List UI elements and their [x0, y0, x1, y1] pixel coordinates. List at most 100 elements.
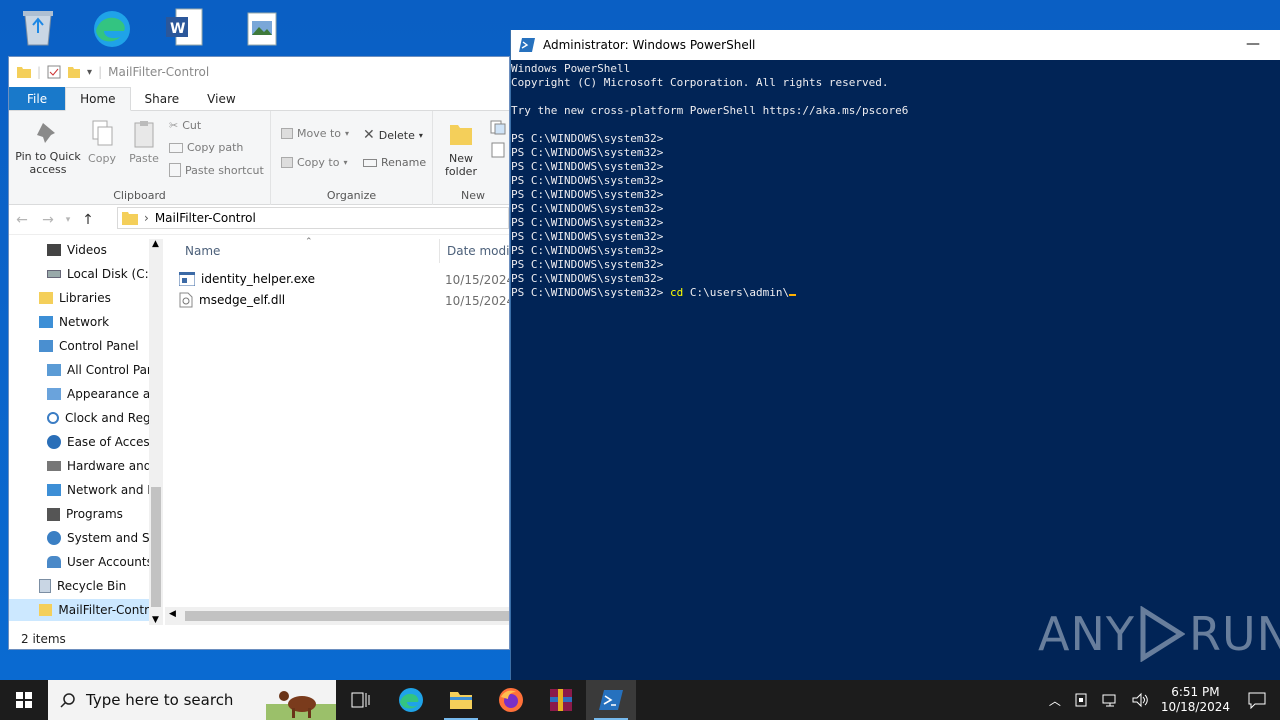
window-title: MailFilter-Control — [108, 65, 210, 79]
nav-item-network[interactable]: Network — [39, 311, 109, 333]
volume-icon[interactable] — [1131, 692, 1149, 708]
address-folder[interactable]: MailFilter-Control — [155, 211, 256, 225]
copy-to-button[interactable]: Copy to ▾ — [281, 156, 347, 169]
console-prompt-line: PS C:\WINDOWS\system32> — [511, 174, 664, 187]
minimize-icon[interactable]: — — [1246, 36, 1260, 52]
nav-item-videos[interactable]: Videos — [47, 239, 107, 261]
move-to-button[interactable]: Move to ▾ — [281, 127, 349, 140]
scrollbar-thumb[interactable] — [185, 611, 509, 621]
taskbar-firefox[interactable] — [486, 680, 536, 720]
cut-button[interactable]: ✂ Cut — [169, 119, 201, 132]
notifications-icon[interactable] — [1248, 691, 1266, 709]
word-document-desktop-icon[interactable]: W — [160, 6, 208, 48]
show-hidden-icons-chevron-up-icon[interactable]: ︿ — [1049, 692, 1061, 709]
new-folder-quick-icon[interactable] — [67, 65, 81, 79]
paste-shortcut-button[interactable]: Paste shortcut — [169, 163, 264, 177]
videos-icon — [47, 244, 61, 256]
taskbar-clock[interactable]: 6:51 PM 10/18/2024 — [1161, 685, 1230, 715]
taskbar-file-explorer[interactable] — [436, 680, 486, 720]
file-date: 10/15/2024 — [445, 294, 510, 308]
navigation-scrollbar[interactable]: ▲ ▼ — [149, 239, 163, 625]
image-file-desktop-icon[interactable] — [238, 6, 286, 48]
taskbar-edge[interactable] — [386, 680, 436, 720]
properties-icon[interactable] — [47, 65, 61, 79]
tab-view[interactable]: View — [193, 87, 249, 110]
nav-label: Network — [59, 315, 110, 329]
nav-item-mailfilter-control[interactable]: MailFilter-Contr — [9, 599, 149, 621]
customize-quick-access-icon[interactable]: ▾ — [87, 67, 92, 78]
paste-shortcut-icon — [169, 163, 181, 177]
ease-of-access-icon — [47, 435, 61, 449]
nav-item-control-panel[interactable]: Control Panel — [39, 335, 139, 357]
nav-item-libraries[interactable]: Libraries — [39, 287, 111, 309]
address-separator: › — [144, 211, 149, 225]
scroll-down-icon[interactable]: ▼ — [152, 615, 159, 625]
column-header-name[interactable]: Name ⌃ — [185, 237, 439, 263]
taskbar-search-box[interactable]: Type here to search — [48, 680, 336, 720]
scroll-up-icon[interactable]: ▲ — [152, 239, 159, 249]
delete-button[interactable]: ✕ Delete ▾ — [363, 127, 423, 143]
file-list-horizontal-scrollbar[interactable]: ◀ — [165, 607, 509, 625]
pin-quick-access-button[interactable]: Pin to Quick access — [13, 119, 83, 176]
task-view-button[interactable] — [336, 680, 386, 720]
scrollbar-thumb[interactable] — [151, 487, 161, 607]
nav-item-hardware[interactable]: Hardware and — [47, 455, 151, 477]
new-folder-button[interactable]: New folder — [441, 119, 481, 178]
nav-item-all-control-panel[interactable]: All Control Par — [47, 359, 152, 381]
nav-label: Videos — [67, 243, 107, 257]
anyrun-watermark: ANY RUN — [1038, 606, 1280, 662]
nav-item-system-security[interactable]: System and Se — [47, 527, 157, 549]
console-prompt-line: PS C:\WINDOWS\system32> — [511, 132, 664, 145]
paste-label: Paste — [129, 152, 159, 165]
back-arrow-icon[interactable]: ← — [9, 212, 35, 228]
nav-label: Hardware and — [67, 459, 152, 473]
windows-logo-icon — [16, 692, 32, 708]
move-to-label: Move to — [297, 127, 342, 140]
start-button[interactable] — [0, 680, 48, 720]
taskbar-winrar[interactable] — [536, 680, 586, 720]
powershell-window[interactable]: Administrator: Windows PowerShell — Wind… — [510, 30, 1280, 680]
device-icon[interactable] — [1073, 692, 1089, 708]
exe-file-icon — [179, 272, 195, 286]
file-name: identity_helper.exe — [201, 272, 316, 286]
recycle-bin-desktop-icon[interactable] — [14, 6, 62, 48]
network-icon — [39, 316, 53, 328]
nav-item-clock[interactable]: Clock and Regi — [47, 407, 154, 429]
copy-button[interactable]: Copy — [87, 119, 117, 165]
column-header-date[interactable]: Date modifi — [447, 239, 509, 263]
edge-desktop-icon[interactable] — [88, 6, 136, 48]
winrar-icon — [550, 689, 572, 711]
nav-item-programs[interactable]: Programs — [47, 503, 123, 525]
nav-item-local-disk[interactable]: Local Disk (C:) — [47, 263, 153, 285]
nav-item-user-accounts[interactable]: User Accounts — [47, 551, 153, 573]
address-bar[interactable]: › MailFilter-Control — [117, 207, 509, 229]
scroll-left-icon[interactable]: ◀ — [169, 609, 176, 619]
file-explorer-window: | ▾ | MailFilter-Control File Home Share… — [8, 56, 510, 650]
up-arrow-icon[interactable]: ↑ — [75, 212, 101, 228]
watermark-right-text: RUN — [1188, 607, 1280, 661]
taskbar-powershell[interactable] — [586, 680, 636, 720]
nav-item-ease-of-access[interactable]: Ease of Access — [47, 431, 156, 453]
powershell-titlebar: Administrator: Windows PowerShell — — [511, 30, 1280, 60]
nav-item-network-internet[interactable]: Network and Ir — [47, 479, 156, 501]
console-output[interactable]: Windows PowerShell Copyright (C) Microsof… — [511, 60, 1280, 300]
tab-home[interactable]: Home — [65, 87, 131, 111]
rename-button[interactable]: Rename — [363, 156, 426, 169]
nav-item-recycle-bin[interactable]: Recycle Bin — [39, 575, 126, 597]
tab-share[interactable]: Share — [131, 87, 194, 110]
forward-arrow-icon[interactable]: → — [35, 212, 61, 228]
tab-file[interactable]: File — [9, 87, 66, 110]
new-item-icon[interactable] — [489, 119, 509, 140]
easy-access-icon[interactable] — [489, 141, 509, 162]
paste-shortcut-label: Paste shortcut — [185, 163, 264, 177]
nav-item-appearance[interactable]: Appearance an — [47, 383, 158, 405]
new-folder-icon — [450, 125, 472, 145]
console-prompt-line: PS C:\WINDOWS\system32> — [511, 258, 664, 271]
network-status-icon[interactable] — [1101, 692, 1119, 708]
recent-locations-icon[interactable]: ▾ — [61, 215, 75, 225]
copy-to-icon — [281, 157, 293, 168]
paste-button[interactable]: Paste — [125, 119, 163, 165]
nav-label: Ease of Access — [67, 435, 156, 449]
clock-time: 6:51 PM — [1171, 685, 1220, 699]
copy-path-button[interactable]: Copy path — [169, 141, 243, 154]
